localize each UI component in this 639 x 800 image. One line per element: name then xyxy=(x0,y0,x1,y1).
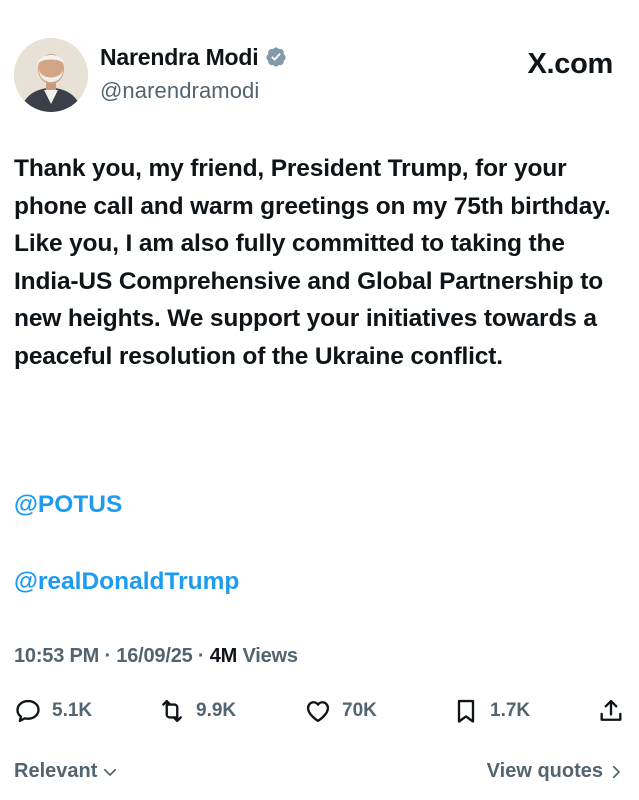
chevron-down-icon xyxy=(104,768,117,776)
replies-footer: Relevant View quotes xyxy=(14,760,625,790)
sort-label: Relevant xyxy=(14,760,98,782)
author-block: Narendra Modi @narendramodi xyxy=(100,42,287,104)
tweet-date[interactable]: 16/09/25 xyxy=(116,645,192,667)
views-count: 4M xyxy=(209,645,238,667)
tweet-time[interactable]: 10:53 PM xyxy=(14,645,99,667)
heart-icon xyxy=(306,701,330,723)
sort-relevant-button[interactable]: Relevant xyxy=(14,760,119,783)
meta-separator: · xyxy=(104,645,111,667)
reply-icon xyxy=(16,699,40,723)
share-icon xyxy=(600,699,622,721)
like-button[interactable]: 70K xyxy=(304,690,377,732)
tweet-meta: 10:53 PM · 16/09/25 · 4M Views xyxy=(14,645,298,668)
tweet-text: Thank you, my friend, President Trump, f… xyxy=(14,155,611,370)
author-handle[interactable]: @narendramodi xyxy=(100,78,287,104)
mention-link-realdonaldtrump[interactable]: @realDonaldTrump xyxy=(14,568,239,596)
avatar[interactable] xyxy=(14,38,88,112)
retweet-button[interactable]: 9.9K xyxy=(158,690,236,732)
mention-link-potus[interactable]: @POTUS xyxy=(14,491,122,519)
like-count: 70K xyxy=(342,700,377,721)
tweet-card: Narendra Modi @narendramodi X.com Thank … xyxy=(0,0,639,800)
view-quotes-link[interactable]: View quotes xyxy=(487,760,625,783)
tweet-header: Narendra Modi @narendramodi X.com xyxy=(14,38,625,114)
action-bar: 5.1K 9.9K 70K 1.7K xyxy=(14,690,625,732)
share-button[interactable] xyxy=(597,690,625,732)
avatar-image xyxy=(14,38,88,112)
views-label: Views xyxy=(242,645,299,667)
bookmark-count: 1.7K xyxy=(490,700,531,721)
name-row: Narendra Modi xyxy=(100,42,287,72)
chevron-right-icon xyxy=(612,765,620,778)
view-quotes-label: View quotes xyxy=(486,760,603,782)
brand-logo: X.com xyxy=(527,48,613,80)
retweet-count: 9.9K xyxy=(196,700,237,721)
retweet-icon xyxy=(162,699,182,723)
reply-button[interactable]: 5.1K xyxy=(14,690,92,732)
bookmark-button[interactable]: 1.7K xyxy=(452,690,530,732)
author-name[interactable]: Narendra Modi xyxy=(100,44,259,71)
reply-count: 5.1K xyxy=(52,700,93,721)
bookmark-icon xyxy=(457,699,475,723)
meta-separator: · xyxy=(197,645,205,667)
verified-badge-icon xyxy=(266,47,287,67)
